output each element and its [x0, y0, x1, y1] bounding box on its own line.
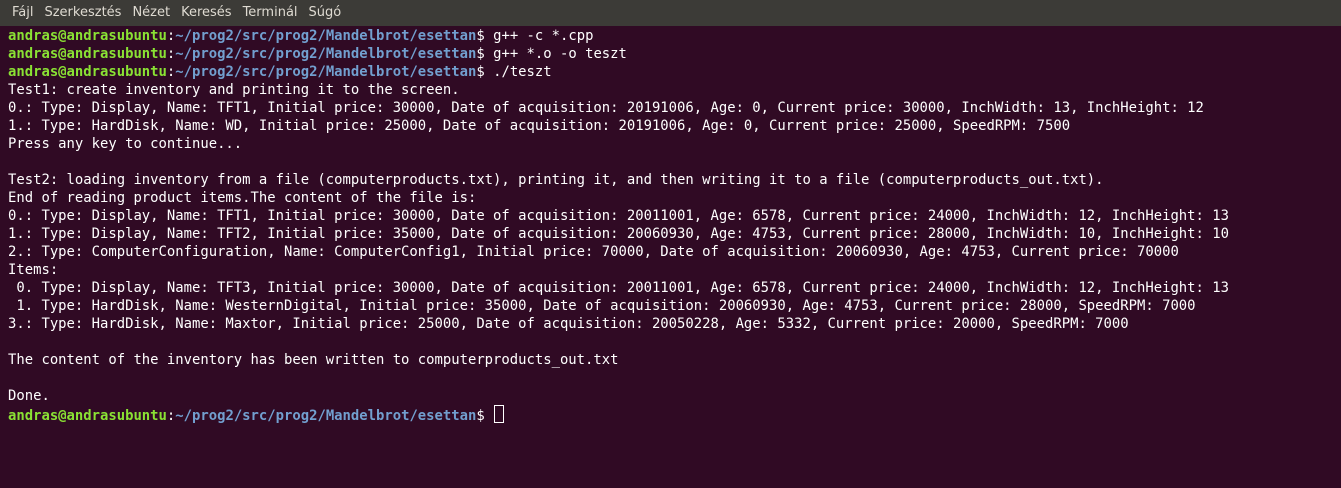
prompt-symbol: $ — [476, 28, 494, 44]
output-line: Items: — [8, 262, 59, 278]
prompt-cwd: ~/prog2/src/prog2/Mandelbrot/esettan — [175, 408, 477, 423]
command-text: ./teszt — [493, 64, 552, 80]
prompt-symbol: $ — [476, 46, 494, 62]
output-line: 0.: Type: Display, Name: TFT1, Initial p… — [8, 100, 1204, 116]
prompt-user-host: andras@andrasubuntu — [8, 64, 167, 80]
prompt-line: andras@andrasubuntu:~/prog2/src/prog2/Ma… — [0, 45, 1341, 63]
command-text: g++ *.o -o teszt — [493, 46, 627, 62]
output-line: 0.: Type: Display, Name: TFT1, Initial p… — [8, 208, 1229, 224]
output-line: The content of the inventory has been wr… — [8, 352, 619, 368]
output-line: 1.: Type: Display, Name: TFT2, Initial p… — [8, 226, 1229, 242]
prompt-user-host: andras@andrasubuntu — [8, 408, 167, 423]
menu-help[interactable]: Súgó — [309, 0, 342, 26]
prompt-cwd: ~/prog2/src/prog2/Mandelbrot/esettan — [175, 64, 477, 80]
output-line: Test1: create inventory and printing it … — [8, 82, 460, 98]
prompt-cwd: ~/prog2/src/prog2/Mandelbrot/esettan — [175, 28, 477, 44]
menu-bar: Fájl Szerkesztés Nézet Keresés Terminál … — [0, 0, 1341, 26]
prompt-line: andras@andrasubuntu:~/prog2/src/prog2/Ma… — [0, 27, 1341, 45]
menu-file[interactable]: Fájl — [12, 0, 33, 26]
output-line: 3.: Type: HardDisk, Name: Maxtor, Initia… — [8, 316, 1129, 332]
prompt-symbol: $ — [476, 64, 494, 80]
output-line: End of reading product items.The content… — [8, 190, 477, 206]
prompt-cwd: ~/prog2/src/prog2/Mandelbrot/esettan — [175, 46, 477, 62]
output-line: 0. Type: Display, Name: TFT3, Initial pr… — [8, 280, 1229, 296]
menu-terminal[interactable]: Terminál — [243, 0, 298, 26]
output-line: 1.: Type: HardDisk, Name: WD, Initial pr… — [8, 118, 1071, 134]
output-line: Press any key to continue... — [8, 136, 243, 152]
output-line: Test2: loading inventory from a file (co… — [8, 172, 1104, 188]
prompt-symbol: $ — [476, 408, 494, 423]
output-line: 1. Type: HardDisk, Name: WesternDigital,… — [8, 298, 1196, 314]
prompt-user-host: andras@andrasubuntu — [8, 28, 167, 44]
prompt-line: andras@andrasubuntu:~/prog2/src/prog2/Ma… — [0, 405, 1341, 423]
terminal-cursor — [494, 405, 505, 423]
menu-view[interactable]: Nézet — [132, 0, 170, 26]
menu-edit[interactable]: Szerkesztés — [44, 0, 121, 26]
output-line: 2.: Type: ComputerConfiguration, Name: C… — [8, 244, 1179, 260]
prompt-line: andras@andrasubuntu:~/prog2/src/prog2/Ma… — [0, 63, 1341, 81]
terminal-output[interactable]: andras@andrasubuntu:~/prog2/src/prog2/Ma… — [0, 26, 1341, 488]
command-text: g++ -c *.cpp — [493, 28, 594, 44]
prompt-user-host: andras@andrasubuntu — [8, 46, 167, 62]
output-line: Done. — [8, 388, 50, 404]
menu-search[interactable]: Keresés — [181, 0, 231, 26]
